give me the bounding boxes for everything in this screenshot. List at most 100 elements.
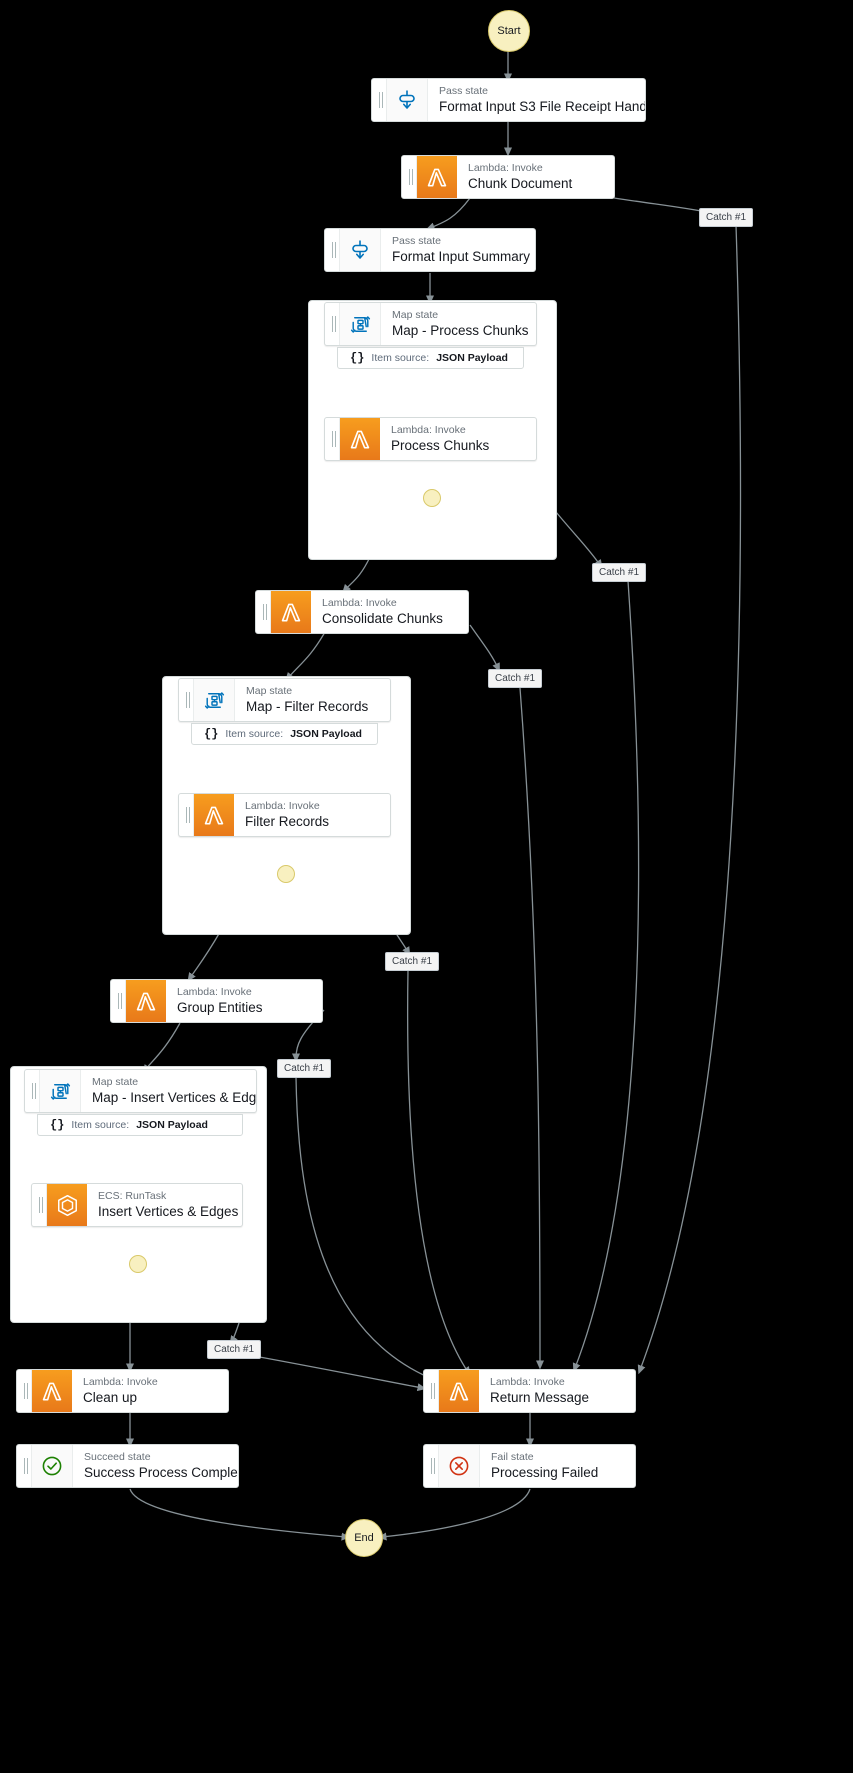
state-type-label: Lambda: Invoke (245, 800, 320, 812)
state-success-process-completed[interactable]: Succeed state Success Process Completed (16, 1444, 239, 1488)
item-source-label: Item source: (371, 352, 430, 364)
workflow-canvas[interactable]: Start Pass state Format Input S3 File Re… (0, 0, 853, 1773)
catch-text: Catch #1 (284, 1063, 325, 1074)
state-name-label: Map - Process Chunks (392, 323, 529, 338)
map-iteration-end-process-chunks (423, 489, 441, 507)
map-state-icon (40, 1070, 81, 1112)
item-source-value: JSON Payload (290, 728, 362, 740)
state-consolidate-chunks[interactable]: Lambda: Invoke Consolidate Chunks (255, 590, 469, 634)
map-state-icon (340, 303, 381, 345)
state-type-label: Lambda: Invoke (468, 162, 543, 174)
drag-handle-icon[interactable] (256, 591, 271, 633)
state-name-label: Process Chunks (391, 438, 490, 453)
catch-text: Catch #1 (495, 673, 536, 684)
map-iteration-end-filter-records (277, 865, 295, 883)
lambda-icon (126, 980, 166, 1022)
state-type-label: ECS: RunTask (98, 1190, 167, 1202)
lambda-icon (271, 591, 311, 633)
item-source-label: Item source: (225, 728, 284, 740)
catch-label-consolidate-chunks[interactable]: Catch #1 (488, 669, 543, 688)
catch-label-map-filter-records[interactable]: Catch #1 (385, 952, 440, 971)
lambda-icon (32, 1370, 72, 1412)
state-name-label: Group Entities (177, 1000, 263, 1015)
drag-handle-icon[interactable] (402, 156, 417, 198)
state-name-label: Chunk Document (468, 176, 573, 191)
state-name-label: Clean up (83, 1390, 138, 1405)
state-filter-records[interactable]: Lambda: Invoke Filter Records (178, 793, 391, 837)
drag-handle-icon[interactable] (325, 303, 340, 345)
state-type-label: Map state (246, 685, 293, 697)
state-map-process-chunks[interactable]: Map state Map - Process Chunks (324, 302, 537, 346)
state-name-label: Format Input S3 File Receipt Handle (439, 99, 645, 114)
drag-handle-icon[interactable] (325, 229, 340, 271)
lambda-icon (340, 418, 380, 460)
json-braces-icon: {} (350, 351, 365, 365)
state-type-label: Lambda: Invoke (391, 424, 466, 436)
state-type-label: Map state (92, 1076, 139, 1088)
state-name-label: Filter Records (245, 814, 330, 829)
catch-label-map-insert-vertices[interactable]: Catch #1 (207, 1340, 262, 1359)
catch-text: Catch #1 (392, 956, 433, 967)
fail-icon (439, 1445, 480, 1487)
pass-state-icon (387, 79, 428, 121)
drag-handle-icon[interactable] (372, 79, 387, 121)
state-name-label: Format Input Summary (392, 249, 531, 264)
item-source-filter-records: {} Item source: JSON Payload (191, 723, 378, 745)
state-name-label: Map - Insert Vertices & Edges (92, 1090, 256, 1105)
state-type-label: Fail state (491, 1451, 534, 1463)
state-map-filter-records[interactable]: Map state Map - Filter Records (178, 678, 391, 722)
item-source-process-chunks: {} Item source: JSON Payload (337, 347, 524, 369)
item-source-value: JSON Payload (436, 352, 508, 364)
state-type-label: Lambda: Invoke (490, 1376, 565, 1388)
drag-handle-icon[interactable] (179, 679, 194, 721)
drag-handle-icon[interactable] (17, 1370, 32, 1412)
item-source-value: JSON Payload (136, 1119, 208, 1131)
map-iteration-end-insert-vertices (129, 1255, 147, 1273)
drag-handle-icon[interactable] (32, 1184, 47, 1226)
state-type-label: Succeed state (84, 1451, 151, 1463)
state-process-chunks[interactable]: Lambda: Invoke Process Chunks (324, 417, 537, 461)
state-name-label: Insert Vertices & Edges (98, 1204, 239, 1219)
state-type-label: Pass state (392, 235, 442, 247)
state-type-label: Lambda: Invoke (177, 986, 252, 998)
drag-handle-icon[interactable] (424, 1370, 439, 1412)
state-insert-vertices-edges[interactable]: ECS: RunTask Insert Vertices & Edges (31, 1183, 243, 1227)
start-label: Start (497, 25, 521, 37)
state-processing-failed[interactable]: Fail state Processing Failed (423, 1444, 636, 1488)
state-name-label: Success Process Completed (84, 1465, 238, 1480)
drag-handle-icon[interactable] (179, 794, 194, 836)
ecs-icon (47, 1184, 87, 1226)
state-name-label: Return Message (490, 1390, 590, 1405)
catch-text: Catch #1 (599, 567, 640, 578)
map-state-icon (194, 679, 235, 721)
json-braces-icon: {} (204, 727, 219, 741)
state-map-insert-vertices[interactable]: Map state Map - Insert Vertices & Edges (24, 1069, 257, 1113)
state-name-label: Map - Filter Records (246, 699, 369, 714)
drag-handle-icon[interactable] (424, 1445, 439, 1487)
catch-label-map-process-chunks[interactable]: Catch #1 (592, 563, 647, 582)
state-group-entities[interactable]: Lambda: Invoke Group Entities (110, 979, 323, 1023)
state-format-input-summary[interactable]: Pass state Format Input Summary (324, 228, 536, 272)
drag-handle-icon[interactable] (111, 980, 126, 1022)
drag-handle-icon[interactable] (25, 1070, 40, 1112)
start-node[interactable]: Start (488, 10, 530, 52)
drag-handle-icon[interactable] (17, 1445, 32, 1487)
catch-text: Catch #1 (214, 1344, 255, 1355)
state-type-label: Lambda: Invoke (322, 597, 397, 609)
item-source-insert-vertices: {} Item source: JSON Payload (37, 1114, 243, 1136)
state-clean-up[interactable]: Lambda: Invoke Clean up (16, 1369, 229, 1413)
lambda-icon (194, 794, 234, 836)
state-chunk-document[interactable]: Lambda: Invoke Chunk Document (401, 155, 615, 199)
end-node[interactable]: End (345, 1519, 383, 1557)
drag-handle-icon[interactable] (325, 418, 340, 460)
state-return-message[interactable]: Lambda: Invoke Return Message (423, 1369, 636, 1413)
catch-label-chunk-document[interactable]: Catch #1 (699, 208, 754, 227)
catch-label-group-entities[interactable]: Catch #1 (277, 1059, 332, 1078)
succeed-icon (32, 1445, 73, 1487)
state-type-label: Lambda: Invoke (83, 1376, 158, 1388)
json-braces-icon: {} (50, 1118, 65, 1132)
state-name-label: Processing Failed (491, 1465, 599, 1480)
state-format-input-s3[interactable]: Pass state Format Input S3 File Receipt … (371, 78, 646, 122)
state-type-label: Pass state (439, 85, 489, 97)
pass-state-icon (340, 229, 381, 271)
